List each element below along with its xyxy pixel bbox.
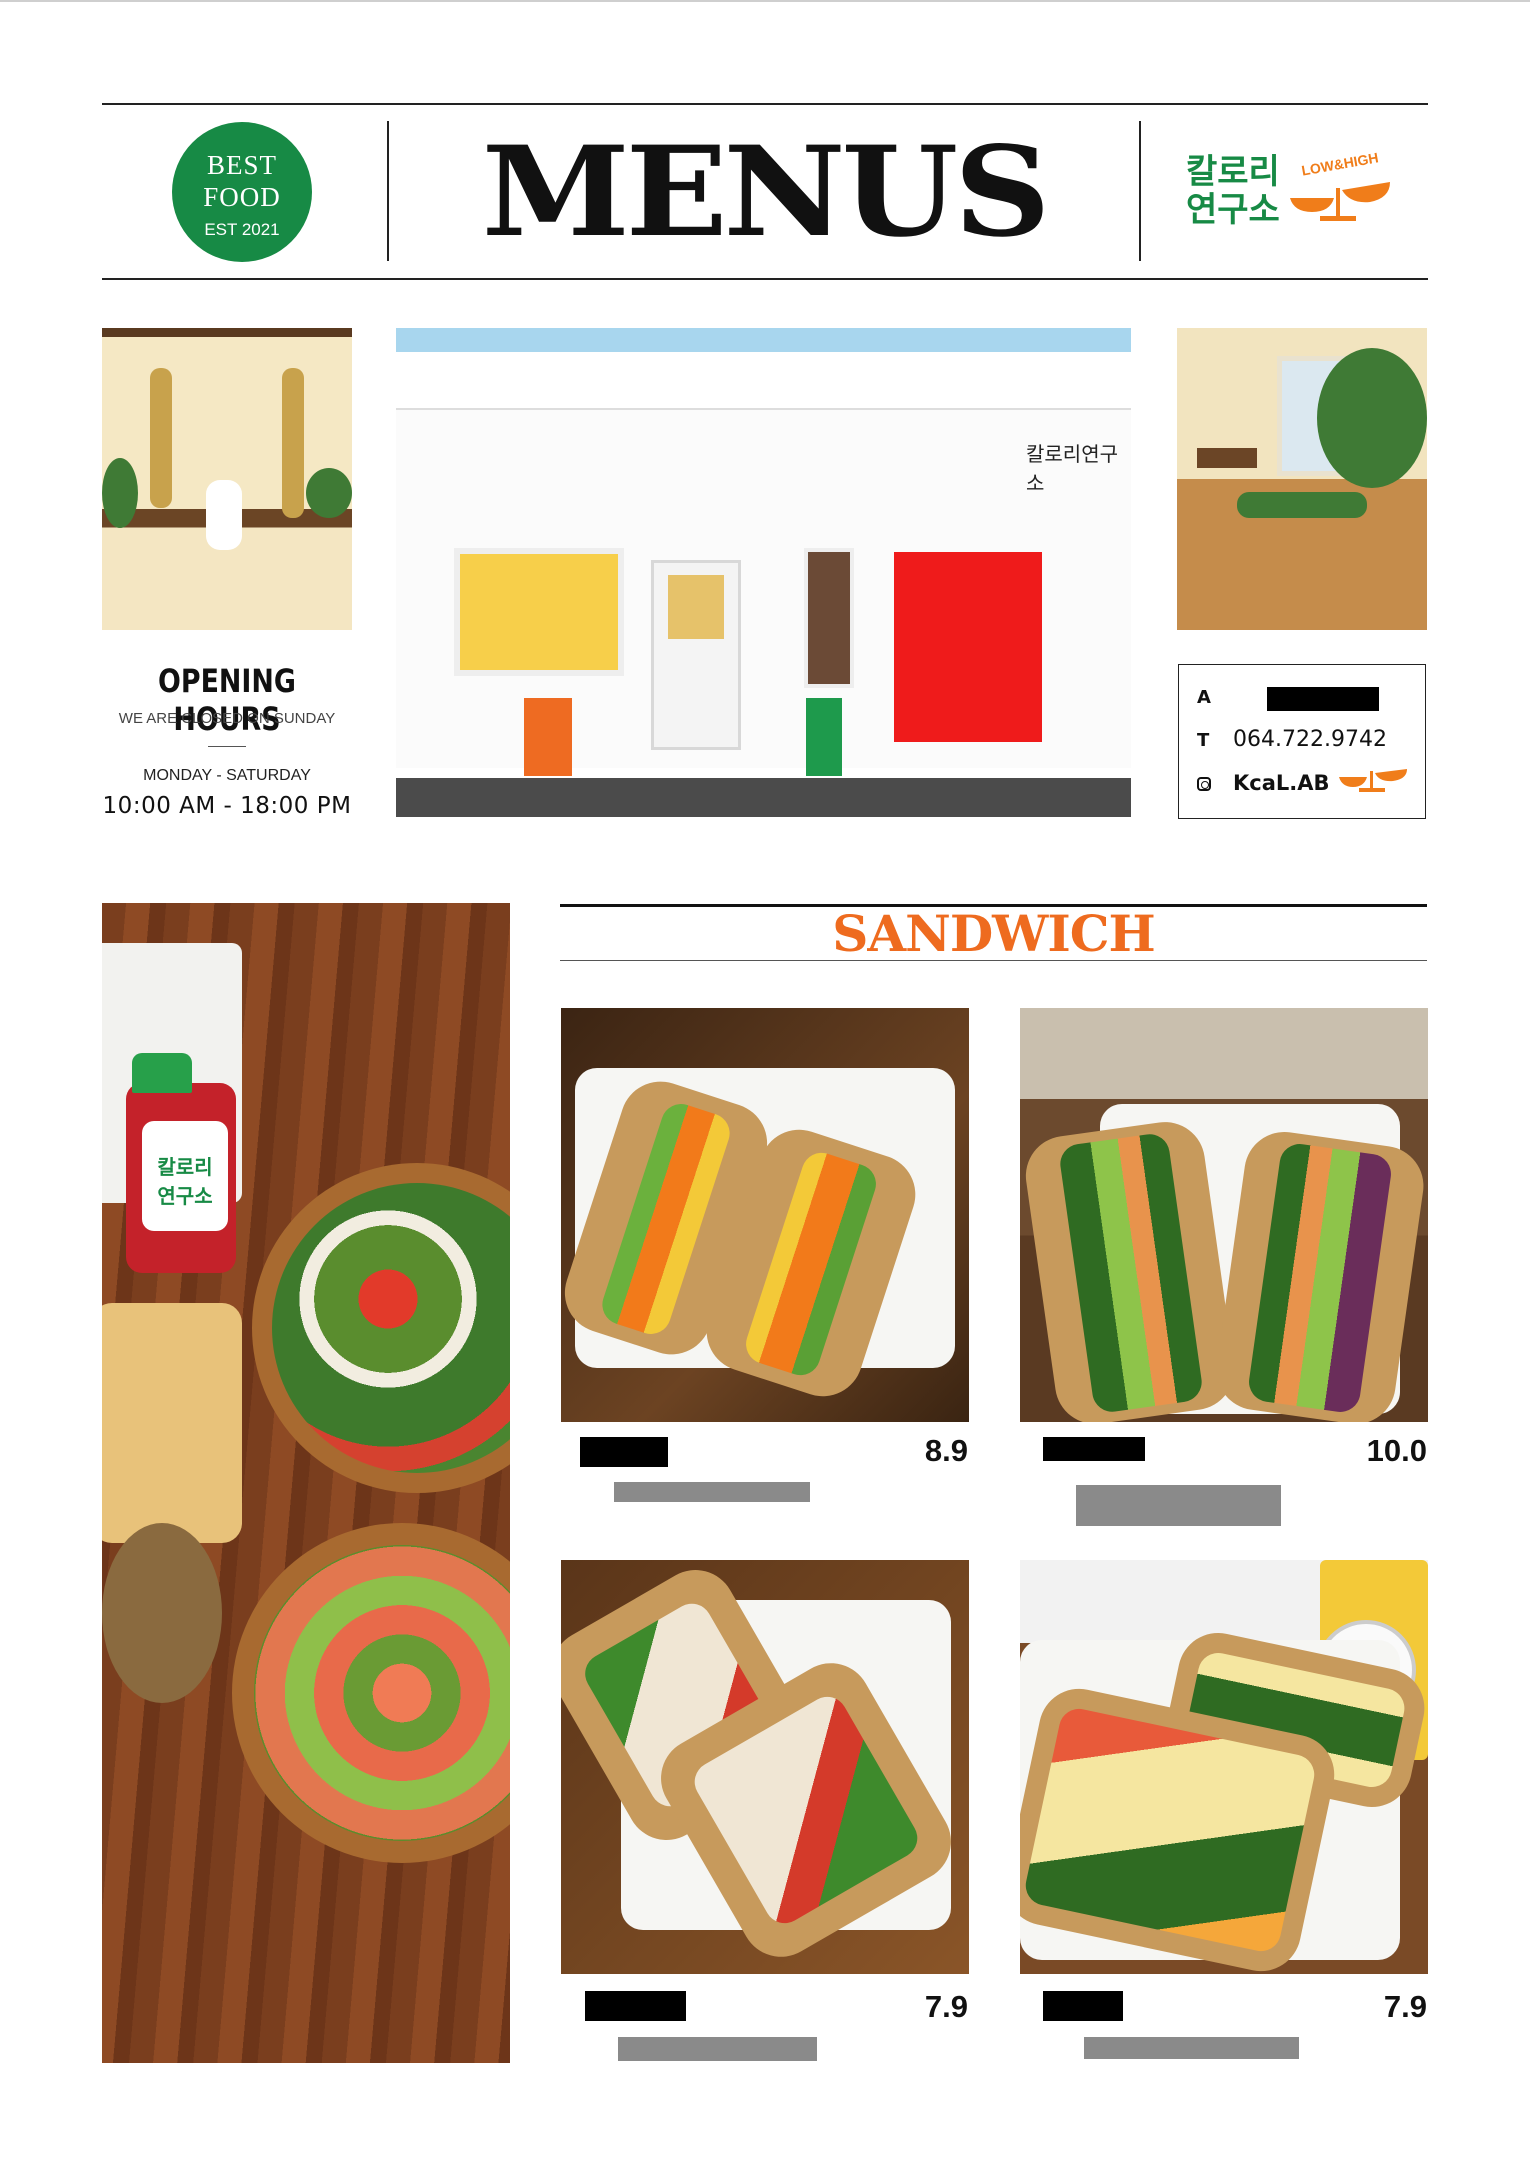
badge-line-2: FOOD [203,182,281,212]
section-title: SANDWICH [832,904,1156,963]
menu-item-description-redacted [614,1482,810,1502]
contact-box: A T 064.722.9742 KcaL.AB [1178,664,1426,819]
badge-line-3: EST 2021 [204,220,280,239]
menu-item-price: 7.9 [1383,1989,1427,2024]
address-redacted [1267,687,1379,711]
opening-days: MONDAY - SATURDAY [143,767,311,784]
menu-item-image [1020,1560,1428,1974]
salad-photo: 칼로리 연구소 [102,903,510,2063]
instagram-row: KcaL.AB [1197,768,1330,798]
section-bottom-rule [560,960,1427,961]
top-border [0,0,1530,2]
menu-item-name-redacted [580,1437,668,1467]
brand-tagline: LOW&HIGH [1300,149,1380,179]
menu-item-image [561,1008,969,1422]
header-bottom-rule [102,278,1428,280]
menu-item-name-redacted [1043,1437,1145,1461]
opening-time: 10:00 AM - 18:00 PM [102,793,352,819]
menu-item-image [561,1560,969,1974]
best-food-badge: BEST FOOD EST 2021 [172,122,312,262]
interior-photo-right [1177,328,1427,630]
address-row: A [1197,682,1233,712]
instagram-handle: KcaL.AB [1233,771,1330,795]
phone-label: T [1197,730,1210,751]
bottle-label-line-2: 연구소 [157,1184,213,1208]
brand-logo: 칼로리 연구소 LOW&HIGH [1186,149,1406,232]
interior-photo-left [102,328,352,630]
header-top-rule [102,103,1428,105]
storefront-photo: 칼로리연구소 [396,328,1131,817]
bottle-label-line-1: 칼로리 [157,1155,213,1179]
storefront-sign: 칼로리연구소 [1026,442,1118,495]
menu-item-name-redacted [585,1991,686,2021]
brand-line-1: 칼로리 [1186,152,1280,192]
menu-item-description-redacted [1084,2037,1299,2059]
closed-note: WE ARE CLOSED ON SUNDAY [118,710,336,727]
phone-number: 064.722.9742 [1233,727,1387,752]
menu-item-image [1020,1008,1428,1422]
menu-item-price: 8.9 [924,1433,968,1468]
address-label: A [1197,687,1211,708]
menu-item-price: 10.0 [1366,1433,1427,1468]
menu-item-description-redacted [618,2037,817,2061]
scale-icon [1339,769,1407,792]
hours-divider [208,746,246,747]
brand-line-2: 연구소 [1186,190,1280,230]
page-title: MENUS [481,120,1051,265]
instagram-icon [1197,777,1211,791]
phone-row: T 064.722.9742 [1197,725,1387,755]
scale-icon [1290,182,1390,221]
badge-line-1: BEST [206,150,277,180]
menu-item-price: 7.9 [924,1989,968,2024]
menu-item-description-redacted [1076,1485,1281,1526]
menu-item-name-redacted [1043,1991,1123,2021]
